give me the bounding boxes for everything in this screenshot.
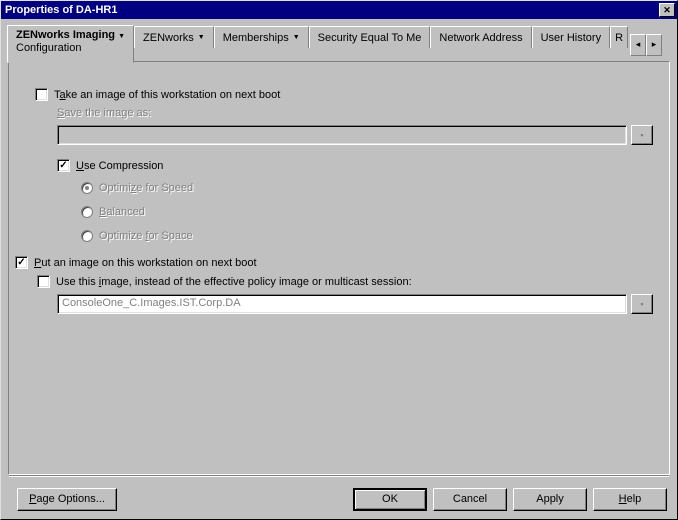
take-image-checkbox[interactable]: [35, 88, 48, 101]
config-panel: Take an image of this workstation on nex…: [8, 61, 670, 475]
page-options-button[interactable]: Page Options...: [17, 488, 117, 511]
chevron-down-icon: ▼: [198, 34, 205, 41]
image-path-row: ConsoleOne_C.Images.IST.Corp.DA ▪: [57, 294, 653, 314]
tab-overflow[interactable]: R: [610, 26, 628, 48]
opt-balanced-row: Balanced: [81, 206, 653, 218]
opt-balanced-radio[interactable]: [81, 206, 93, 218]
use-compression-row: Use Compression: [57, 159, 653, 172]
cancel-button[interactable]: Cancel: [433, 488, 507, 511]
opt-balanced-label: Balanced: [99, 206, 145, 218]
browse-icon: ▪: [640, 130, 643, 140]
put-image-row: Put an image on this workstation on next…: [15, 256, 653, 269]
opt-speed-radio[interactable]: [81, 182, 93, 194]
use-this-image-checkbox[interactable]: [37, 275, 50, 288]
chevron-down-icon: ▼: [118, 33, 125, 40]
browse-save-button: ▪: [631, 125, 653, 145]
properties-dialog: Properties of DA-HR1 ✕ ZENworks Imaging …: [0, 0, 678, 520]
close-button[interactable]: ✕: [659, 3, 675, 17]
tab-zenworks-imaging[interactable]: ZENworks Imaging ▼ Configuration: [7, 25, 134, 63]
tab-label: ZENworks Imaging: [16, 29, 115, 41]
opt-speed-label: Optimize for Speed: [99, 182, 193, 194]
window-title: Properties of DA-HR1: [5, 4, 659, 16]
browse-icon: ▪: [640, 299, 643, 309]
put-image-checkbox[interactable]: [15, 256, 28, 269]
chevron-down-icon: ▼: [293, 34, 300, 41]
titlebar: Properties of DA-HR1 ✕: [1, 1, 677, 19]
use-compression-label: Use Compression: [76, 160, 163, 172]
save-as-block: Save the image as: ▪: [57, 107, 653, 145]
tab-memberships[interactable]: Memberships ▼: [214, 26, 309, 48]
take-image-row: Take an image of this workstation on nex…: [35, 88, 653, 101]
button-bar: Page Options... OK Cancel Apply Help: [1, 479, 677, 519]
tab-network-address[interactable]: Network Address: [430, 26, 531, 48]
image-path-input[interactable]: ConsoleOne_C.Images.IST.Corp.DA: [57, 294, 627, 314]
use-this-image-label: Use this image, instead of the effective…: [56, 276, 412, 288]
tab-zenworks[interactable]: ZENworks ▼: [134, 26, 214, 48]
separator: [9, 475, 669, 477]
opt-space-radio[interactable]: [81, 230, 93, 242]
browse-image-button: ▪: [631, 294, 653, 314]
ok-button[interactable]: OK: [353, 488, 427, 511]
take-image-label: Take an image of this workstation on nex…: [54, 89, 280, 101]
apply-button[interactable]: Apply: [513, 488, 587, 511]
use-compression-checkbox[interactable]: [57, 159, 70, 172]
tab-scroll-left[interactable]: ◂: [630, 34, 646, 56]
use-this-image-row: Use this image, instead of the effective…: [37, 275, 653, 288]
save-as-input: [57, 125, 627, 145]
put-image-label: Put an image on this workstation on next…: [34, 257, 257, 269]
opt-speed-row: Optimize for Speed: [81, 182, 653, 194]
save-as-label: Save the image as:: [57, 107, 151, 119]
tab-security-equal[interactable]: Security Equal To Me: [309, 26, 431, 48]
tab-scroll: ◂ ▸: [630, 25, 662, 63]
tab-user-history[interactable]: User History: [532, 26, 611, 48]
opt-space-row: Optimize for Space: [81, 230, 653, 242]
tab-bar: ZENworks Imaging ▼ Configuration ZENwork…: [1, 19, 677, 63]
tab-subtitle: Configuration: [16, 42, 81, 54]
opt-space-label: Optimize for Space: [99, 230, 193, 242]
help-button[interactable]: Help: [593, 488, 667, 511]
tab-scroll-right[interactable]: ▸: [646, 34, 662, 56]
